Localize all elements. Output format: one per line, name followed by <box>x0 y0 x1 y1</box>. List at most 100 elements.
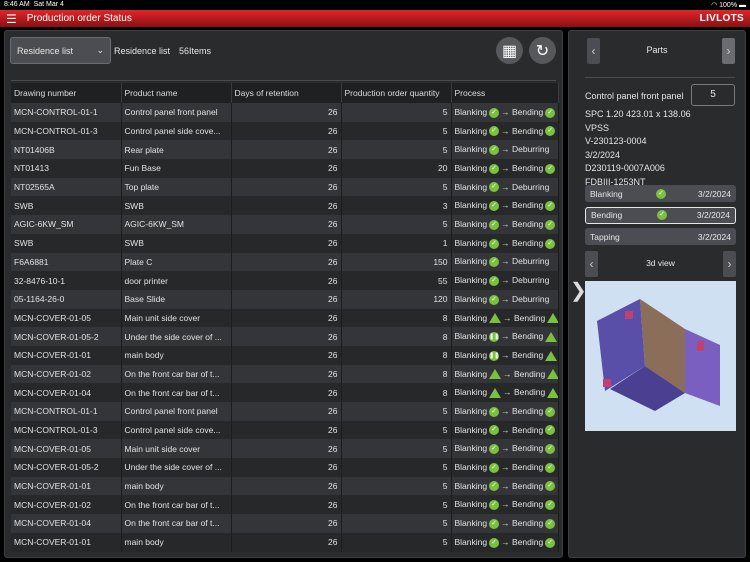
order-quantity: 5 <box>341 495 452 515</box>
process-step: Bending <box>511 405 544 416</box>
drawing-number: MCN-COVER-01-02 <box>11 495 122 515</box>
days-of-retention: 26 <box>231 458 342 477</box>
drawing-number: MCN-COVER-01-04 <box>11 383 122 402</box>
refresh-button[interactable]: ↻ <box>529 37 556 64</box>
process-step: Bending <box>511 106 544 117</box>
drawing-number: F6A6881 <box>11 252 122 272</box>
battery-level: 100% <box>719 2 738 9</box>
table-row[interactable]: MCN-COVER-01-05 Main unit side cover 26 … <box>11 308 559 328</box>
days-of-retention: 26 <box>231 289 342 309</box>
table-row[interactable]: MCN-CONTROL-01-3 Control panel side cove… <box>11 420 559 440</box>
table-row[interactable]: MCN-COVER-01-02 On the front car bar of … <box>11 495 559 515</box>
table-row[interactable]: 32-8476-10-1 door printer 26 55 Blanking… <box>11 271 559 290</box>
table-row[interactable]: MCN-COVER-01-02 On the front car bar of … <box>11 364 559 384</box>
check-status-icon: ✓ <box>489 518 500 529</box>
check-status-icon: ✓ <box>489 145 500 156</box>
table-row[interactable]: NT01406B Rear plate 26 5 Blanking ✓ → Debu… <box>11 140 559 160</box>
process-step: Bending <box>511 443 544 454</box>
chevron-right-icon: › <box>727 257 732 271</box>
check-status-icon: ✓ <box>489 163 500 174</box>
part-info-line: SPC 1.20 423.01 x 138.06 <box>585 109 691 119</box>
days-of-retention: 26 <box>231 103 342 122</box>
table-row[interactable]: MCN-CONTROL-01-1 Control panel front pan… <box>11 402 559 421</box>
order-quantity: 5 <box>341 476 452 496</box>
table-row[interactable]: SWB SWB 26 3 Blanking ✓ → Bending ✓ <box>11 196 559 216</box>
battery-icon: ▬ <box>739 2 746 9</box>
table-row[interactable]: MCN-CONTROL-01-1 Control panel front pan… <box>11 103 559 122</box>
order-list-panel: Residence list ⌄ Residence list 56Items ▦… <box>4 30 563 558</box>
process: Blanking ✓ → Deburring <box>451 271 559 290</box>
process-date: 3/2/2024 <box>697 188 731 199</box>
process-step: Bending <box>511 163 544 174</box>
process-step: Blanking <box>454 536 488 547</box>
product-name: Control panel side cove... <box>121 420 232 440</box>
process: Blanking → Bending <box>451 308 559 328</box>
check-status-icon: ✓ <box>656 188 666 199</box>
table-row[interactable]: F6A6881 Plate C 26 150 Blanking ✓ → Deburr… <box>11 252 559 272</box>
process-step: Blanking <box>454 462 488 473</box>
drawing-number: MCN-COVER-01-05 <box>11 439 122 459</box>
table-row[interactable]: AGIC-6KW_SM AGIC-6KW_SM 26 5 Blanking ✓ → … <box>11 215 559 234</box>
quantity-field[interactable]: 5 <box>691 84 735 106</box>
column-header[interactable]: Days of retention <box>231 83 342 103</box>
drawing-number: SWB <box>11 196 122 216</box>
table-row[interactable]: MCN-COVER-01-05 Main unit side cover 26 … <box>11 439 559 459</box>
order-quantity: 8 <box>341 364 452 384</box>
table-row[interactable]: MCN-COVER-01-01 main body 26 5 Blanking ✓… <box>11 532 559 552</box>
table-row[interactable]: MCN-CONTROL-01-3 Control panel side cove… <box>11 121 559 141</box>
warn-status-icon <box>547 388 557 399</box>
product-name: Control panel front panel <box>121 103 232 122</box>
drawing-number: MCN-COVER-01-04 <box>11 514 122 533</box>
drawing-number: MCN-COVER-01-01 <box>11 532 122 552</box>
table-row[interactable]: MCN-COVER-01-04 On the front car bar of … <box>11 383 559 402</box>
check-status-icon: ✓ <box>489 481 500 492</box>
order-quantity: 5 <box>341 420 452 440</box>
table-row[interactable]: MCN-COVER-01-04 On the front car bar of … <box>11 514 559 533</box>
table-row[interactable]: MCN-COVER-01-01 main body 26 8 Blanking ❚… <box>11 345 559 365</box>
process-item-blanking[interactable]: Blanking ✓ 3/2/2024 <box>585 185 736 202</box>
process-item-bending[interactable]: Bending ✓ 3/2/2024 <box>585 206 736 224</box>
process-step: Blanking <box>454 125 488 136</box>
product-name: AGIC-6KW_SM <box>121 215 232 234</box>
days-of-retention: 26 <box>231 420 342 440</box>
product-name: Rear plate <box>121 140 232 160</box>
process: Blanking ✓ → Bending ✓ <box>451 215 559 234</box>
process-step: Bending <box>513 368 546 379</box>
check-status-icon: ✓ <box>545 201 556 212</box>
process: Blanking → Bending <box>451 383 559 402</box>
table-row[interactable]: NT02565A Top plate 26 5 Blanking ✓ → Debur… <box>11 177 559 197</box>
list-type-dropdown[interactable]: Residence list ⌄ <box>10 37 111 64</box>
table-row[interactable]: MCN-COVER-01-05-2 Under the side cover o… <box>11 327 559 346</box>
check-status-icon: ✓ <box>489 201 500 212</box>
product-name: On the front car bar of t... <box>121 514 232 533</box>
process: Blanking ✓ → Deburring <box>451 289 559 309</box>
table-row[interactable]: MCN-COVER-01-05-2 Under the side cover o… <box>11 458 559 477</box>
table-row[interactable]: 05-1164-26-0 Base Slide 26 120 Blanking ✓… <box>11 289 559 309</box>
column-header[interactable]: Product name <box>121 83 232 103</box>
warn-status-icon <box>489 313 502 324</box>
product-name: On the front car bar of t... <box>121 495 232 515</box>
drawing-number: MCN-COVER-01-05-2 <box>11 327 122 346</box>
3d-model-viewer[interactable] <box>585 281 736 431</box>
table-row[interactable]: NT01413 Fun Base 26 20 Blanking ✓ → Bendin… <box>11 159 559 178</box>
days-of-retention: 26 <box>231 177 342 197</box>
grid-view-button[interactable]: ▦ <box>496 37 523 64</box>
table-row[interactable]: SWB SWB 26 1 Blanking ✓ → Bending ✓ <box>11 233 559 253</box>
next-view-button[interactable]: › <box>723 251 736 277</box>
process: Blanking ✓ → Deburring <box>451 177 559 197</box>
process-step: Bending <box>511 499 544 510</box>
order-quantity: 8 <box>341 383 452 402</box>
hamburger-menu-icon[interactable]: ☰ <box>6 12 17 26</box>
process-item-tapping[interactable]: Tapping 3/2/2024 <box>585 228 736 245</box>
expand-panel-icon[interactable]: ❯ <box>570 278 587 303</box>
order-quantity: 3 <box>341 196 452 216</box>
column-header[interactable]: Drawing number <box>11 83 122 103</box>
table-row[interactable]: MCN-COVER-01-01 main body 26 5 Blanking ✓… <box>11 476 559 496</box>
column-header[interactable]: Process <box>451 83 559 103</box>
column-header[interactable]: Production order quantity <box>341 83 452 103</box>
drawing-number: SWB <box>11 233 122 253</box>
next-part-button[interactable]: › <box>722 38 735 64</box>
process-step: Bending <box>511 331 544 342</box>
status-bar: 8:46 AM Sat Mar 4 ◠ 100% ▬ <box>0 0 750 10</box>
check-status-icon: ✓ <box>489 257 500 268</box>
